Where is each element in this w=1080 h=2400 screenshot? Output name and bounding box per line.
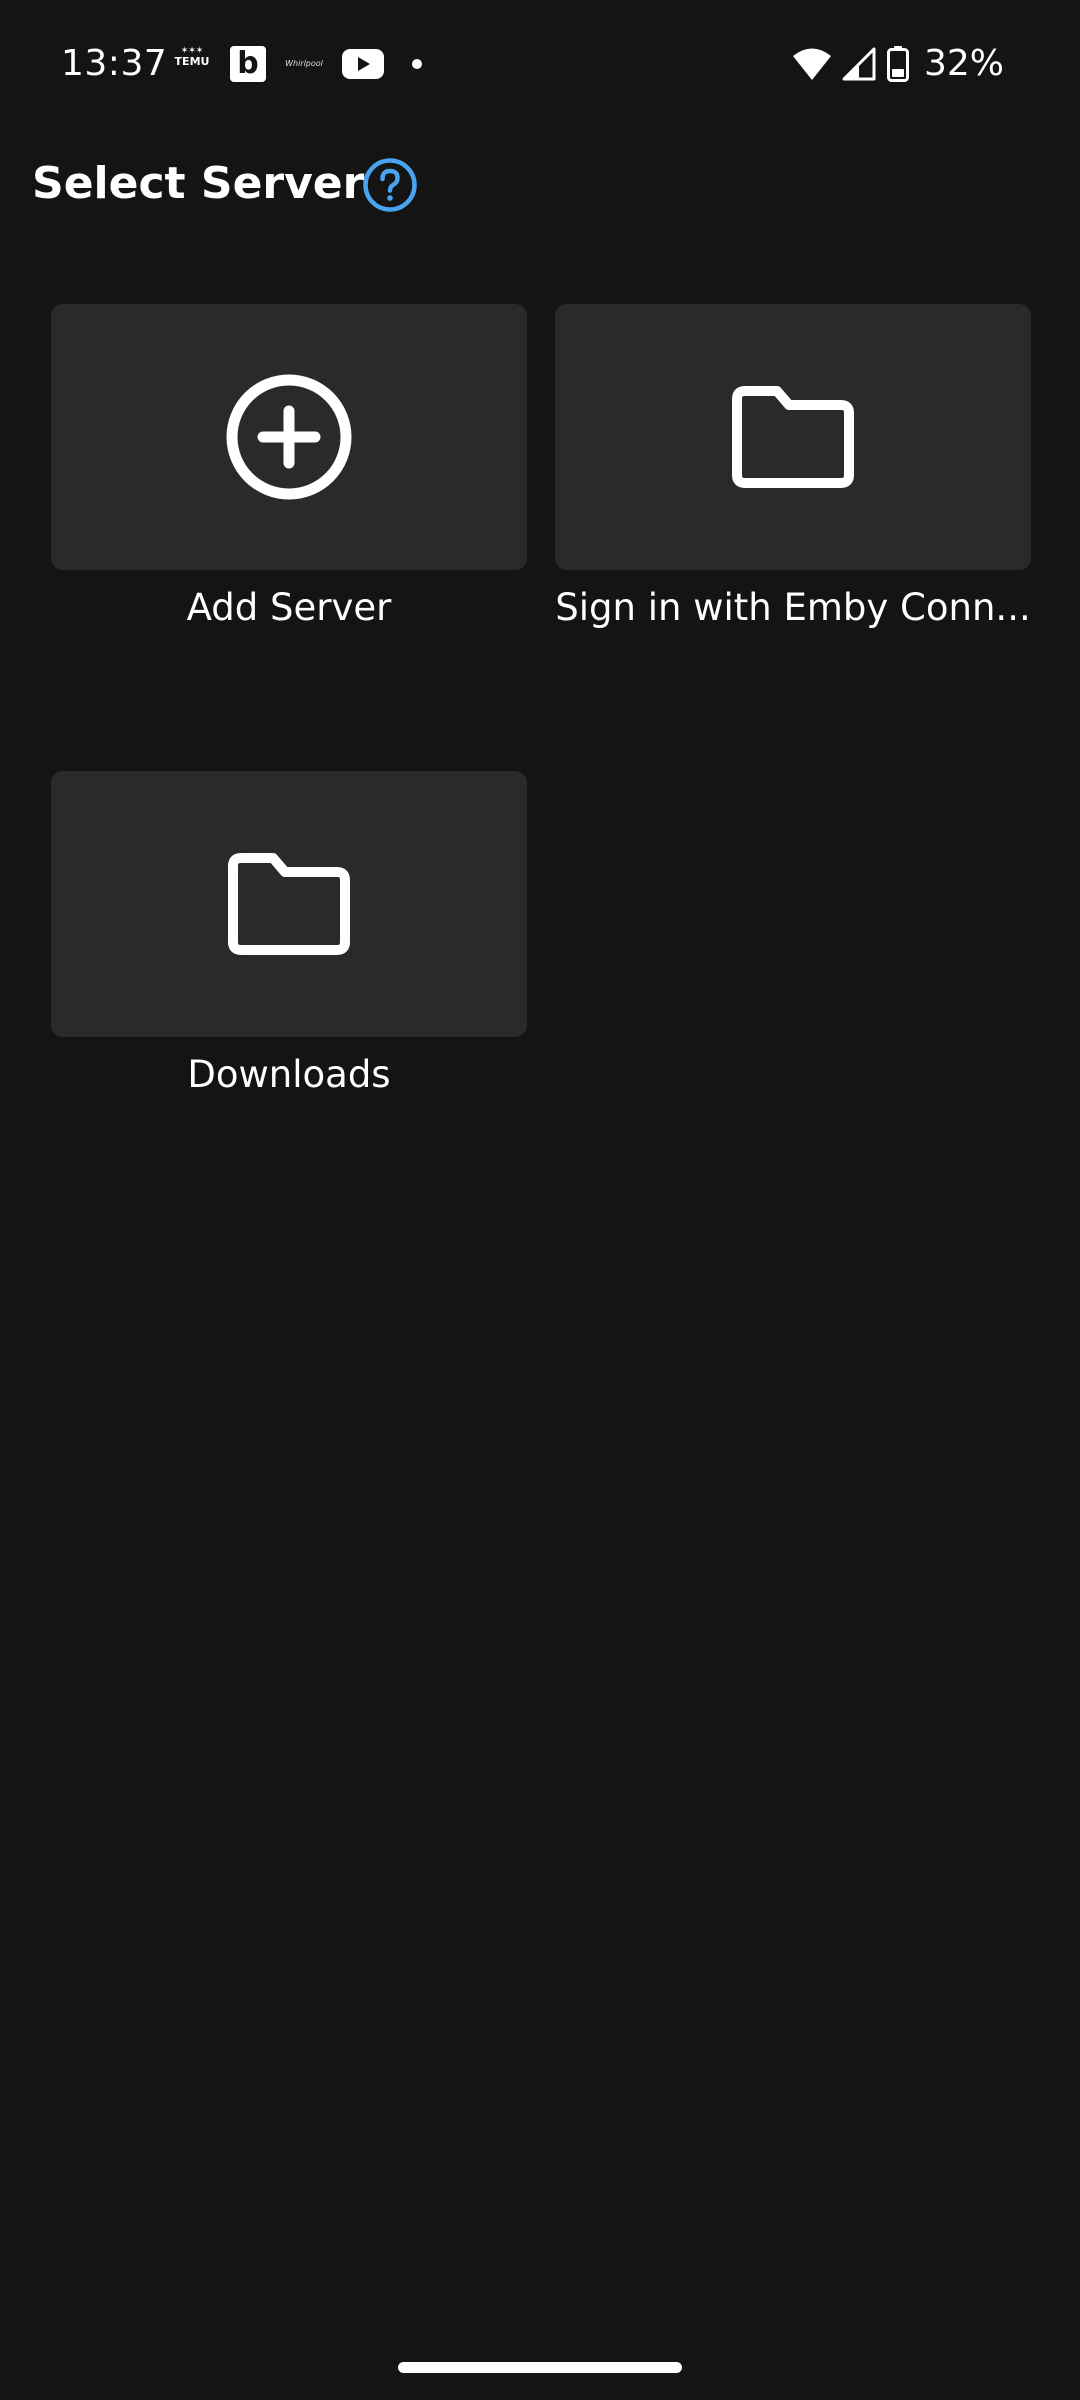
temu-icon-label: TEMU	[174, 55, 210, 68]
notification-icons: ✶✶✶ TEMU b Whirlpool	[172, 44, 422, 84]
folder-icon	[228, 853, 350, 955]
help-button[interactable]	[362, 157, 418, 213]
downloads-tile[interactable]: Downloads	[51, 771, 527, 1101]
page-title: Select Server	[32, 158, 365, 209]
screen: 13:37 ✶✶✶ TEMU b Whirlpool 32% Select Se…	[0, 0, 1080, 2400]
downloads-label: Downloads	[187, 1053, 391, 1096]
gesture-nav-bar[interactable]	[398, 2362, 682, 2373]
temu-icon: ✶✶✶ TEMU	[172, 44, 212, 84]
status-bar: 13:37 ✶✶✶ TEMU b Whirlpool 32%	[0, 0, 1080, 128]
battery-percent: 32%	[923, 43, 1004, 84]
status-time: 13:37	[61, 43, 168, 84]
add-server-label: Add Server	[186, 586, 392, 629]
add-server-card[interactable]	[51, 304, 527, 570]
battery-icon	[886, 46, 909, 82]
b-icon: b	[230, 46, 266, 82]
add-server-tile[interactable]: Add Server	[51, 304, 527, 634]
emby-connect-tile[interactable]: Sign in with Emby Conn...	[555, 304, 1031, 634]
system-icons: 32%	[792, 40, 1004, 88]
add-circle-icon	[226, 374, 352, 500]
whirlpool-icon: Whirlpool	[285, 59, 323, 68]
folder-icon	[732, 386, 854, 488]
emby-connect-label: Sign in with Emby Conn...	[555, 586, 1031, 629]
downloads-card[interactable]	[51, 771, 527, 1037]
emby-connect-card[interactable]	[555, 304, 1031, 570]
help-circle-icon	[363, 158, 417, 212]
cell-signal-icon	[842, 47, 876, 81]
youtube-icon	[342, 49, 384, 79]
dot-icon	[412, 59, 422, 69]
wifi-icon	[792, 48, 831, 80]
